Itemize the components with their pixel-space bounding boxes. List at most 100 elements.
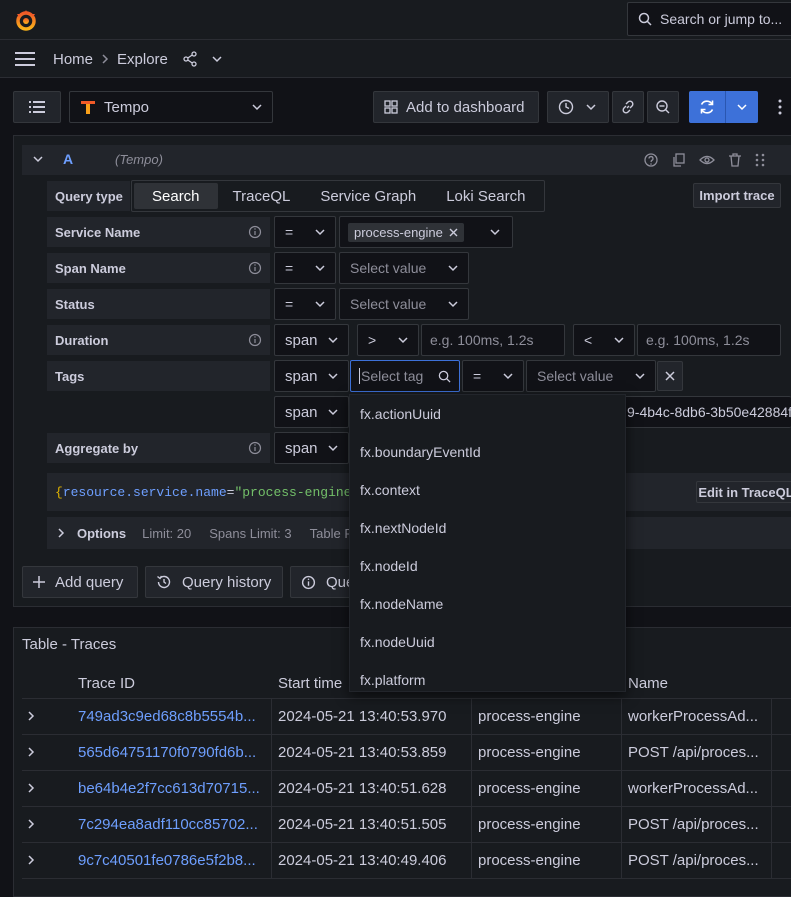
plus-icon [33, 576, 45, 588]
tag2-value[interactable]: 9-4b4c-8db6-3b50e42884f [600, 396, 791, 428]
zoom-out-button[interactable] [647, 91, 679, 123]
dropdown-option[interactable]: fx.platform [350, 661, 625, 699]
chevron-down-icon [315, 299, 325, 309]
start-time-cell: 2024-05-21 13:40:51.505 [278, 816, 447, 833]
status-value[interactable]: Select value [339, 288, 469, 320]
tag-select-input[interactable]: Select tag [350, 360, 460, 392]
start-time-cell: 2024-05-21 13:40:53.859 [278, 744, 447, 761]
trace-id-link[interactable]: 9c7c40501fe0786e5f2b8... [78, 852, 256, 869]
tag2-scope[interactable]: span [274, 396, 349, 428]
top-bar: Search or jump to... [0, 0, 791, 40]
duration-min-operator[interactable]: > [357, 324, 419, 356]
info-icon [248, 225, 262, 239]
import-trace-button[interactable]: Import trace [693, 183, 781, 208]
chevron-right-icon [57, 528, 65, 538]
tab-loki-search[interactable]: Loki Search [431, 188, 540, 205]
span-name-value[interactable]: Select value [339, 252, 469, 284]
service-name-operator[interactable]: = [274, 216, 336, 248]
start-time-cell: 2024-05-21 13:40:51.628 [278, 780, 447, 797]
datasource-picker[interactable]: Tempo [69, 91, 273, 123]
more-options-icon[interactable] [775, 97, 785, 117]
expand-row-icon[interactable] [27, 855, 35, 865]
service-cell: process-engine [478, 816, 581, 833]
column-header-name[interactable]: Name [628, 675, 668, 692]
expand-row-icon[interactable] [27, 819, 35, 829]
eye-icon[interactable] [699, 152, 715, 168]
dropdown-option[interactable]: fx.nodeName [350, 585, 625, 623]
share-icon[interactable] [182, 51, 198, 67]
chevron-down-icon [503, 371, 513, 381]
column-header-trace-id[interactable]: Trace ID [78, 675, 135, 692]
table-row: 749ad3c9ed68c8b5554b... 2024-05-21 13:40… [22, 699, 791, 735]
duration-max-input[interactable]: e.g. 100ms, 1.2s [637, 324, 781, 356]
zoom-out-icon [656, 100, 670, 114]
expand-row-icon[interactable] [27, 783, 35, 793]
breadcrumb: Home Explore [53, 40, 222, 78]
duration-max-operator[interactable]: < [573, 324, 635, 356]
close-icon[interactable] [449, 228, 458, 237]
start-time-cell: 2024-05-21 13:40:49.406 [278, 852, 447, 869]
service-cell: process-engine [478, 780, 581, 797]
aggregate-scope[interactable]: span [274, 432, 349, 464]
edit-in-traceql-button[interactable]: Edit in TraceQL [696, 481, 791, 503]
expand-row-icon[interactable] [27, 747, 35, 757]
trace-id-link[interactable]: 7c294ea8adf110cc85702... [78, 816, 258, 833]
breadcrumb-home[interactable]: Home [53, 51, 93, 68]
collapse-chevron-icon[interactable] [33, 155, 43, 163]
query-letter[interactable]: A [63, 151, 73, 167]
chevron-down-icon[interactable] [726, 103, 758, 111]
dropdown-option[interactable]: fx.boundaryEventId [350, 433, 625, 471]
duplicate-icon[interactable] [671, 152, 687, 168]
name-cell: workerProcessAd... [628, 708, 759, 725]
service-cell: process-engine [478, 708, 581, 725]
service-name-value[interactable]: process-engine [339, 216, 513, 248]
help-icon[interactable] [643, 152, 659, 168]
dropdown-option[interactable]: fx.actionUuid [350, 395, 625, 433]
duration-scope[interactable]: span [274, 324, 349, 356]
run-query-button[interactable] [689, 91, 758, 123]
service-cell: process-engine [478, 744, 581, 761]
dropdown-option[interactable]: fx.context [350, 471, 625, 509]
drag-handle-icon[interactable] [755, 152, 765, 168]
trace-id-link[interactable]: 565d64751170f0790fd6b... [78, 744, 256, 761]
chevron-down-icon [328, 407, 338, 417]
menu-icon[interactable] [15, 50, 35, 68]
trash-icon[interactable] [727, 152, 743, 168]
chevron-down-icon [635, 371, 645, 381]
dropdown-option[interactable]: fx.nodeId [350, 547, 625, 585]
status-operator[interactable]: = [274, 288, 336, 320]
remove-tag-button[interactable] [657, 361, 683, 391]
chevron-down-icon [448, 299, 458, 309]
duration-min-input[interactable]: e.g. 100ms, 1.2s [421, 324, 565, 356]
dropdown-option[interactable]: fx.nextNodeId [350, 509, 625, 547]
expand-row-icon[interactable] [27, 711, 35, 721]
span-name-operator[interactable]: = [274, 252, 336, 284]
tab-search[interactable]: Search [134, 183, 218, 209]
value-chip: process-engine [348, 222, 464, 242]
column-header-start-time[interactable]: Start time [278, 675, 342, 692]
add-to-dashboard-button[interactable]: Add to dashboard [373, 91, 539, 123]
trace-id-link[interactable]: be64b4e2f7cc613d70715... [78, 780, 260, 797]
copy-link-button[interactable] [612, 91, 644, 123]
name-cell: POST /api/proces... [628, 744, 759, 761]
tag-value[interactable]: Select value [526, 360, 656, 392]
tags-scope[interactable]: span [274, 360, 349, 392]
results-title: Table - Traces [22, 636, 117, 653]
toggle-content-outline-button[interactable] [13, 91, 61, 123]
chevron-down-icon[interactable] [212, 55, 222, 63]
table-body: 749ad3c9ed68c8b5554b... 2024-05-21 13:40… [22, 699, 791, 883]
datasource-name: Tempo [104, 98, 150, 116]
tab-service-graph[interactable]: Service Graph [305, 188, 431, 205]
tag-operator[interactable]: = [462, 360, 524, 392]
dropdown-option[interactable]: fx.nodeUuid [350, 623, 625, 661]
query-row-actions [643, 151, 765, 169]
grafana-logo-icon[interactable] [14, 8, 38, 32]
tab-traceql[interactable]: TraceQL [218, 188, 306, 205]
info-icon [248, 333, 262, 347]
add-query-button[interactable]: Add query [22, 566, 138, 598]
chevron-down-icon [614, 335, 624, 345]
query-history-button[interactable]: Query history [145, 566, 283, 598]
time-picker-button[interactable] [547, 91, 609, 123]
global-search-input[interactable]: Search or jump to... [627, 2, 791, 36]
trace-id-link[interactable]: 749ad3c9ed68c8b5554b... [78, 708, 256, 725]
